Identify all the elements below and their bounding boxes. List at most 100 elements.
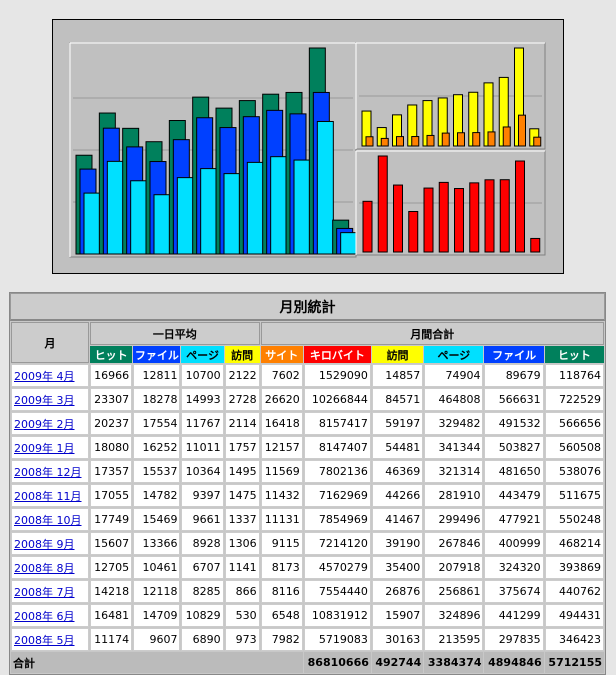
total-cell: 16418 (260, 412, 303, 435)
total-cell: 118764 (544, 364, 604, 387)
month-link-text[interactable]: 2009年 2月 (14, 418, 75, 431)
month-link[interactable]: 2008年 7月 (11, 580, 89, 603)
sites-bar (411, 136, 420, 147)
total-cell: 7214120 (303, 532, 371, 555)
monthly-stats-panel: 月別統計 月 一日平均 月間合計 ヒット ファイル ページ 訪問 サイト キロバ… (9, 292, 606, 675)
month-link[interactable]: 2008年 5月 (11, 628, 89, 651)
month-link-text[interactable]: 2008年 7月 (14, 586, 75, 599)
totals-cell: 492744 (371, 652, 424, 673)
month-link-text[interactable]: 2008年 12月 (14, 466, 82, 479)
month-link[interactable]: 2009年 1月 (11, 436, 89, 459)
total-cell: 7854969 (303, 508, 371, 531)
total-cell: 4570279 (303, 556, 371, 579)
totals-cell: 4894846 (484, 652, 544, 673)
daily-avg-header: 一日平均 (90, 322, 260, 345)
total-cell: 10831912 (303, 604, 371, 627)
total-cell: 74904 (424, 364, 484, 387)
month-link[interactable]: 2008年 9月 (11, 532, 89, 555)
total-cell: 393869 (544, 556, 604, 579)
total-cell: 213595 (424, 628, 484, 651)
daily-cell: 10364 (181, 460, 224, 483)
totals-label: 合計 (11, 652, 303, 673)
col-total-hit: ヒット (544, 346, 604, 363)
sites-bar (365, 136, 374, 147)
month-link-text[interactable]: 2008年 9月 (14, 538, 75, 551)
month-link[interactable]: 2008年 12月 (11, 460, 89, 483)
month-link-text[interactable]: 2008年 6月 (14, 610, 75, 623)
total-cell: 7554440 (303, 580, 371, 603)
month-link[interactable]: 2009年 3月 (11, 388, 89, 411)
sites-bar (396, 136, 404, 147)
month-link[interactable]: 2009年 2月 (11, 412, 89, 435)
table-row: 2008年 7月 14218 12118 8285 866 8116 7554440 2687… (11, 580, 604, 603)
sites-bar (426, 134, 435, 147)
daily-cell: 9607 (133, 628, 181, 651)
kbytes-bar (469, 182, 480, 253)
total-cell: 281910 (424, 484, 484, 507)
month-link-text[interactable]: 2009年 1月 (14, 442, 75, 455)
total-cell: 494431 (544, 604, 604, 627)
sites-bar (533, 136, 542, 147)
daily-cell: 12118 (133, 580, 181, 603)
total-cell: 8157417 (303, 412, 371, 435)
col-daily-file: ファイル (133, 346, 181, 363)
total-cell: 8147407 (303, 436, 371, 459)
total-cell: 46369 (371, 460, 424, 483)
month-header: 月 (11, 322, 89, 363)
kbytes-bar (484, 179, 495, 253)
daily-cell: 18278 (133, 388, 181, 411)
month-link[interactable]: 2009年 4月 (11, 364, 89, 387)
daily-cell: 9397 (181, 484, 224, 507)
total-cell: 15907 (371, 604, 424, 627)
total-cell: 299496 (424, 508, 484, 531)
month-link[interactable]: 2008年 11月 (11, 484, 89, 507)
daily-cell: 2122 (224, 364, 260, 387)
total-cell: 511675 (544, 484, 604, 507)
totals-row: 合計 86810666 492744 3384374 4894846 5712155 (11, 652, 604, 673)
month-link-text[interactable]: 2008年 5月 (14, 634, 75, 647)
month-link-text[interactable]: 2009年 4月 (14, 370, 75, 383)
pages-bar (153, 194, 171, 255)
daily-cell: 11174 (90, 628, 133, 651)
col-daily-visit: 訪問 (224, 346, 260, 363)
total-cell: 491532 (484, 412, 544, 435)
sites-bar (457, 132, 465, 147)
monthly-stats-title: 月別統計 (10, 293, 605, 321)
total-cell: 550248 (544, 508, 604, 531)
total-cell: 481650 (484, 460, 544, 483)
total-cell: 30163 (371, 628, 424, 651)
daily-cell: 8928 (181, 532, 224, 555)
table-row: 2008年 11月 17055 14782 9397 1475 11432 7162969 4… (11, 484, 604, 507)
daily-cell: 2114 (224, 412, 260, 435)
table-row: 2008年 5月 11174 9607 6890 973 7982 5719083 30163… (11, 628, 604, 651)
daily-cell: 14218 (90, 580, 133, 603)
total-cell: 8173 (260, 556, 303, 579)
month-link-text[interactable]: 2009年 3月 (14, 394, 75, 407)
month-link[interactable]: 2008年 8月 (11, 556, 89, 579)
total-cell: 324896 (424, 604, 484, 627)
table-row: 2009年 3月 23307 18278 14993 2728 26620 10266844… (11, 388, 604, 411)
pages-bar (270, 156, 288, 255)
total-cell: 14857 (371, 364, 424, 387)
total-cell: 560508 (544, 436, 604, 459)
daily-cell: 530 (224, 604, 260, 627)
daily-cell: 866 (224, 580, 260, 603)
month-link-text[interactable]: 2008年 11月 (14, 490, 82, 503)
daily-cell: 12705 (90, 556, 133, 579)
totals-cell: 5712155 (544, 652, 604, 673)
month-link[interactable]: 2008年 6月 (11, 604, 89, 627)
total-cell: 468214 (544, 532, 604, 555)
sites-bar (518, 114, 526, 147)
month-link-text[interactable]: 2008年 8月 (14, 562, 75, 575)
daily-cell: 1757 (224, 436, 260, 459)
total-cell: 477921 (484, 508, 544, 531)
daily-cell: 20237 (90, 412, 133, 435)
total-cell: 207918 (424, 556, 484, 579)
totals-cell: 3384374 (424, 652, 484, 673)
month-link[interactable]: 2008年 10月 (11, 508, 89, 531)
monthly-total-header: 月間合計 (260, 322, 604, 345)
total-cell: 321314 (424, 460, 484, 483)
month-link-text[interactable]: 2008年 10月 (14, 514, 82, 527)
total-cell: 566631 (484, 388, 544, 411)
daily-cell: 16252 (133, 436, 181, 459)
